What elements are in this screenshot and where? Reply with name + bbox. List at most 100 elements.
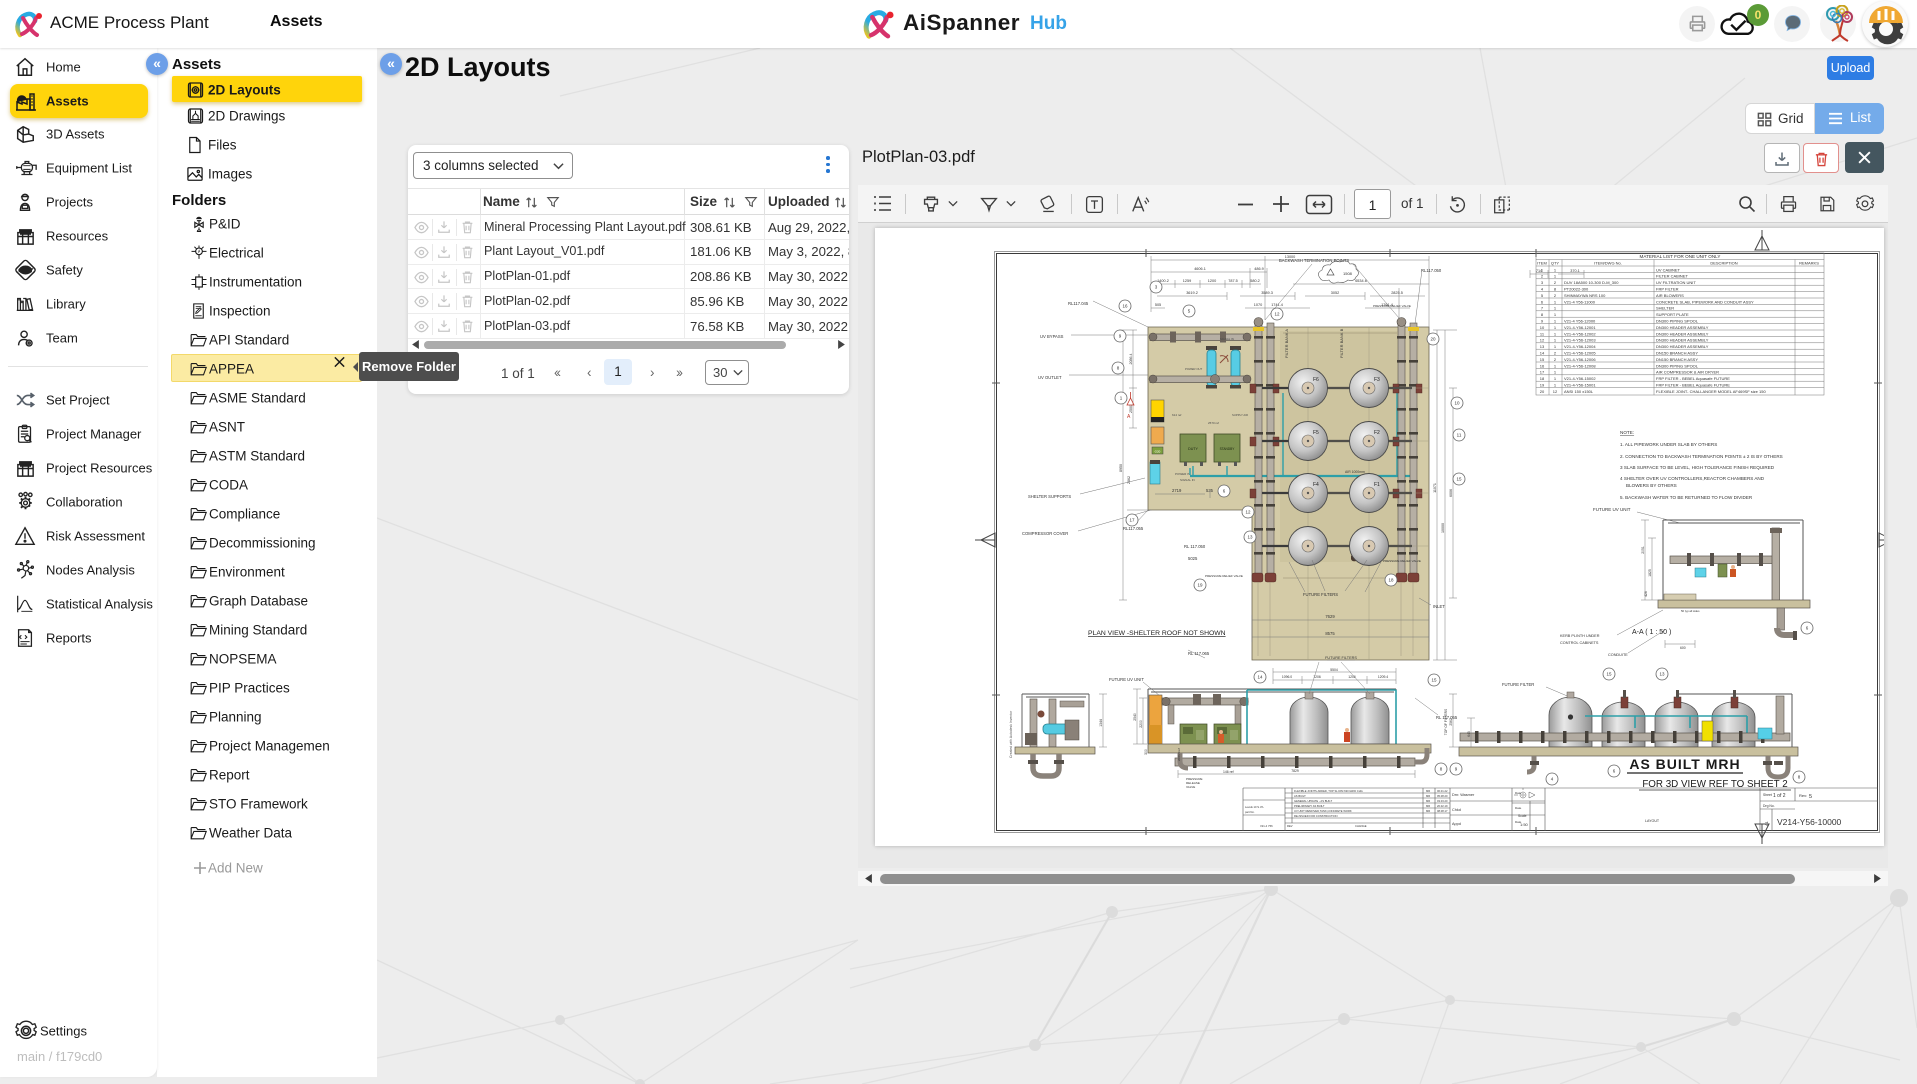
svg-text:DUV 18A500 10-300 D-M_300: DUV 18A500 10-300 D-M_300 — [1564, 280, 1619, 285]
svg-text:RL 117.050: RL 117.050 — [1184, 544, 1206, 549]
svg-text:2051: 2051 — [1641, 546, 1645, 554]
svg-text:11071: 11071 — [1433, 483, 1437, 493]
svg-text:FRP FILTER - BEBEL Aquasafe FU: FRP FILTER - BEBEL Aquasafe FUTURE — [1656, 376, 1730, 381]
svg-text:DESCRIPTION: DESCRIPTION — [1710, 261, 1737, 266]
svg-text:2: 2 — [1554, 280, 1557, 285]
svg-text:10: 10 — [1540, 325, 1545, 330]
svg-text:1: 1 — [1554, 363, 1557, 368]
svg-text:600: 600 — [1680, 646, 1686, 650]
svg-text:9: 9 — [1541, 319, 1544, 324]
svg-text:2862: 2862 — [1127, 476, 1131, 484]
svg-text:V21-4-Y56-12004: V21-4-Y56-12004 — [1564, 344, 1596, 349]
svg-text:PRESSURE RELIEF VALVE: PRESSURE RELIEF VALVE — [1373, 304, 1411, 308]
svg-text:2: 2 — [1554, 293, 1557, 298]
svg-text:12: 12 — [1540, 338, 1545, 343]
svg-text:Appd: Appd — [1452, 822, 1461, 826]
svg-text:PRELIMINARY AS BUILT: PRELIMINARY AS BUILT — [1294, 804, 1325, 808]
svg-text:Created with Autodesk Inventor: Created with Autodesk Inventor — [1009, 710, 1013, 758]
svg-text:BACKWASH TERMINATION POINTS: BACKWASH TERMINATION POINTS — [1279, 258, 1349, 263]
svg-text:16: 16 — [1540, 363, 1545, 368]
svg-text:SHELTER SUPPORTS: SHELTER SUPPORTS — [1028, 494, 1071, 499]
svg-text:2540: 2540 — [1133, 713, 1137, 721]
svg-text:14: 14 — [1540, 351, 1545, 356]
svg-text:FUTURE FILTER: FUTURE FILTER — [1502, 682, 1534, 687]
svg-text:1: 1 — [1554, 376, 1557, 381]
svg-text:4 SHELTER OVER UV CONTROLLERS: 4 SHELTER OVER UV CONTROLLERS,REACTOR CH… — [1620, 476, 1765, 481]
svg-text:V21-4-Y56-12003: V21-4-Y56-12003 — [1564, 338, 1596, 343]
svg-text:18: 18 — [1388, 578, 1394, 583]
svg-text:FLEXIBLE JOINTS ADDED, TOP SL: FLEXIBLE JOINTS ADDED, TOP SL DIM 630 GR… — [1294, 789, 1363, 793]
svg-text:2086.5ref: 2086.5ref — [1177, 748, 1181, 761]
svg-text:5. BACKWASH WATER TO BE RETURN: 5. BACKWASH WATER TO BE RETURNED TO FLOW… — [1620, 495, 1753, 500]
svg-text:F1: F1 — [1374, 482, 1380, 488]
svg-text:A-A ( 1 : 50 ): A-A ( 1 : 50 ) — [1632, 629, 1671, 636]
svg-text:DN300 HEADER ASSEMBLY: DN300 HEADER ASSEMBLY — [1656, 338, 1709, 343]
svg-text:A: A — [1127, 414, 1131, 420]
svg-text:Scale: Scale — [1518, 814, 1527, 818]
svg-text:SHELTER: SHELTER — [1656, 306, 1674, 311]
svg-text:SUPPORT PLATE: SUPPORT PLATE — [1656, 312, 1689, 317]
svg-text:2. CONNECTION TO BACKWASH TERM: 2. CONNECTION TO BACKWASH TERMINATION PO… — [1620, 454, 1783, 459]
svg-text:POWER IN: POWER IN — [1175, 472, 1190, 476]
svg-text:12: 12 — [1553, 389, 1558, 394]
svg-text:PLAN VIEW -SHELTER ROOF NOT SH: PLAN VIEW -SHELTER ROOF NOT SHOWN — [1088, 630, 1226, 637]
svg-text:Date: Date — [1515, 806, 1522, 810]
svg-text:614 ref: 614 ref — [1172, 413, 1182, 417]
svg-text:2200: 2200 — [1139, 720, 1143, 728]
svg-text:ITEM/DWG No.: ITEM/DWG No. — [1594, 261, 1622, 266]
svg-text:3052: 3052 — [1331, 291, 1339, 295]
svg-text:DN300 PIPING SPOOL: DN300 PIPING SPOOL — [1656, 363, 1699, 368]
svg-text:16: 16 — [1122, 304, 1128, 309]
svg-text:1: 1 — [1554, 299, 1557, 304]
svg-text:5504: 5504 — [1330, 668, 1338, 672]
svg-text:UV OUTLET: UV OUTLET — [1038, 375, 1062, 380]
svg-text:17: 17 — [1540, 370, 1545, 375]
svg-text:FRP FILTER - BEBEL Aquasafe FU: FRP FILTER - BEBEL Aquasafe FUTURE — [1656, 383, 1730, 388]
svg-text:Chkd: Chkd — [1452, 808, 1461, 812]
svg-text:Sheet: Sheet — [1763, 793, 1772, 797]
svg-text:QTY: QTY — [1551, 261, 1560, 266]
svg-text:4: 4 — [1541, 287, 1544, 292]
svg-text:CHANGE: CHANGE — [1355, 824, 1367, 828]
svg-text:part No.: part No. — [1245, 810, 1255, 814]
svg-text:DN150 BRANCH ASSY: DN150 BRANCH ASSY — [1656, 351, 1698, 356]
svg-text:TOP OF FILTERS: TOP OF FILTERS — [1444, 708, 1448, 735]
svg-text:MR: MR — [1426, 794, 1430, 798]
svg-text:FUTURE FILTERS: FUTURE FILTERS — [1325, 656, 1357, 660]
svg-text:1: 1 — [1554, 319, 1557, 324]
svg-text:AS BUILT MRH: AS BUILT MRH — [1629, 756, 1740, 772]
svg-text:1 of 2: 1 of 2 — [1773, 793, 1786, 799]
svg-text:Drg No.: Drg No. — [1763, 804, 1775, 808]
svg-text:FRP FILTER: FRP FILTER — [1656, 287, 1679, 292]
svg-text:03.03.20: 03.03.20 — [1437, 799, 1448, 803]
svg-text:5: 5 — [1541, 293, 1544, 298]
svg-text:8950: 8950 — [1119, 464, 1123, 472]
svg-text:5: 5 — [1809, 794, 1812, 800]
svg-text:FOR 3D VIEW REF TO SHEET 2: FOR 3D VIEW REF TO SHEET 2 — [1642, 779, 1787, 790]
svg-text:F4: F4 — [1313, 482, 1319, 488]
svg-text:426: 426 — [1644, 591, 1648, 597]
svg-text:V21-4-Y56-15002: V21-4-Y56-15002 — [1564, 376, 1596, 381]
svg-text:7: 7 — [1541, 306, 1544, 311]
svg-text:1070: 1070 — [1254, 303, 1262, 307]
svg-text:POWER OUT: POWER OUT — [1185, 367, 1203, 371]
svg-text:8: 8 — [1554, 287, 1557, 292]
svg-text:3: 3 — [1541, 280, 1544, 285]
svg-text:15: 15 — [1540, 357, 1545, 362]
svg-text:A1: A1 — [1764, 820, 1769, 826]
svg-text:05.08.20: 05.08.20 — [1437, 794, 1448, 798]
svg-text:11: 11 — [1540, 331, 1545, 336]
svg-text:1: 1 — [1554, 383, 1557, 388]
svg-text:19: 19 — [1540, 383, 1545, 388]
svg-text:G20: G20 — [1155, 450, 1161, 454]
svg-text:FILTER CABINET: FILTER CABINET — [1656, 274, 1688, 279]
svg-text:15: 15 — [1606, 672, 1612, 677]
svg-text:PRESSURE RELIEF VALVE: PRESSURE RELIEF VALVE — [1383, 559, 1421, 563]
svg-text:CONTROL CABINETS: CONTROL CABINETS — [1560, 641, 1599, 645]
svg-text:V21-4-Y56-12006: V21-4-Y56-12006 — [1564, 357, 1596, 362]
svg-text:20.02.19: 20.02.19 — [1437, 804, 1448, 808]
svg-text:20: 20 — [1540, 389, 1545, 394]
svg-text:8575: 8575 — [1325, 631, 1335, 636]
svg-text:DN300 HEADER ASSEMBLY: DN300 HEADER ASSEMBLY — [1656, 325, 1709, 330]
svg-text:1: 1 — [1554, 274, 1557, 279]
